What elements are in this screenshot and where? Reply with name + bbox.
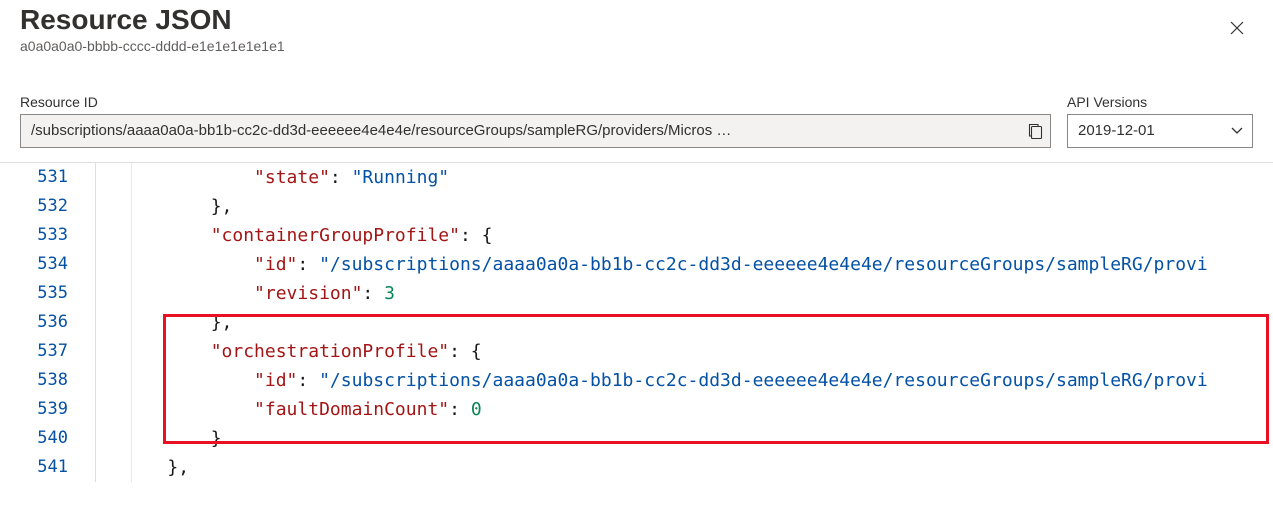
code-content: }, [80,192,232,221]
line-number: 540 [0,424,80,453]
close-button[interactable] [1221,12,1253,44]
code-content: "containerGroupProfile": { [80,221,492,250]
code-line: 538 "id": "/subscriptions/aaaa0a0a-bb1b-… [0,366,1273,395]
line-number: 541 [0,453,80,482]
code-content: "state": "Running" [80,163,449,192]
code-line: 539 "faultDomainCount": 0 [0,395,1273,424]
api-versions-label: API Versions [1067,94,1253,110]
api-version-select[interactable]: 2019-12-01 [1067,114,1253,148]
line-number: 539 [0,395,80,424]
code-line: 532 }, [0,192,1273,221]
line-number: 536 [0,308,80,337]
close-icon [1230,21,1244,35]
code-line: 537 "orchestrationProfile": { [0,337,1273,366]
line-number: 538 [0,366,80,395]
code-line: 533 "containerGroupProfile": { [0,221,1273,250]
copy-button[interactable] [1025,121,1045,141]
line-number: 535 [0,279,80,308]
line-number: 537 [0,337,80,366]
code-line: 531 "state": "Running" [0,163,1273,192]
code-line: 540 } [0,424,1273,453]
json-editor[interactable]: 531 "state": "Running"532 },533 "contain… [0,162,1273,482]
code-content: "orchestrationProfile": { [80,337,482,366]
panel-title: Resource JSON [20,4,1221,36]
panel-header: Resource JSON a0a0a0a0-bbbb-cccc-dddd-e1… [20,0,1253,54]
form-row: Resource ID /subscriptions/aaaa0a0a-bb1b… [20,94,1253,148]
code-content: "faultDomainCount": 0 [80,395,482,424]
code-content: "id": "/subscriptions/aaaa0a0a-bb1b-cc2c… [80,366,1208,395]
gutter-border [95,163,96,482]
copy-icon [1028,123,1043,140]
code-line: 535 "revision": 3 [0,279,1273,308]
line-number: 534 [0,250,80,279]
line-number: 532 [0,192,80,221]
code-content: }, [80,453,189,482]
resource-id-label: Resource ID [20,94,1051,110]
code-content: "revision": 3 [80,279,395,308]
panel-subtitle: a0a0a0a0-bbbb-cccc-dddd-e1e1e1e1e1e1 [20,38,1221,54]
code-content: "id": "/subscriptions/aaaa0a0a-bb1b-cc2c… [80,250,1208,279]
code-line: 536 }, [0,308,1273,337]
code-line: 534 "id": "/subscriptions/aaaa0a0a-bb1b-… [0,250,1273,279]
resource-id-field[interactable]: /subscriptions/aaaa0a0a-bb1b-cc2c-dd3d-e… [20,114,1051,148]
code-line: 541 }, [0,453,1273,482]
line-number: 533 [0,221,80,250]
line-number: 531 [0,163,80,192]
code-content: }, [80,308,232,337]
indent-guide [131,163,132,482]
api-version-value: 2019-12-01 [1067,114,1253,148]
code-content: } [80,424,222,453]
